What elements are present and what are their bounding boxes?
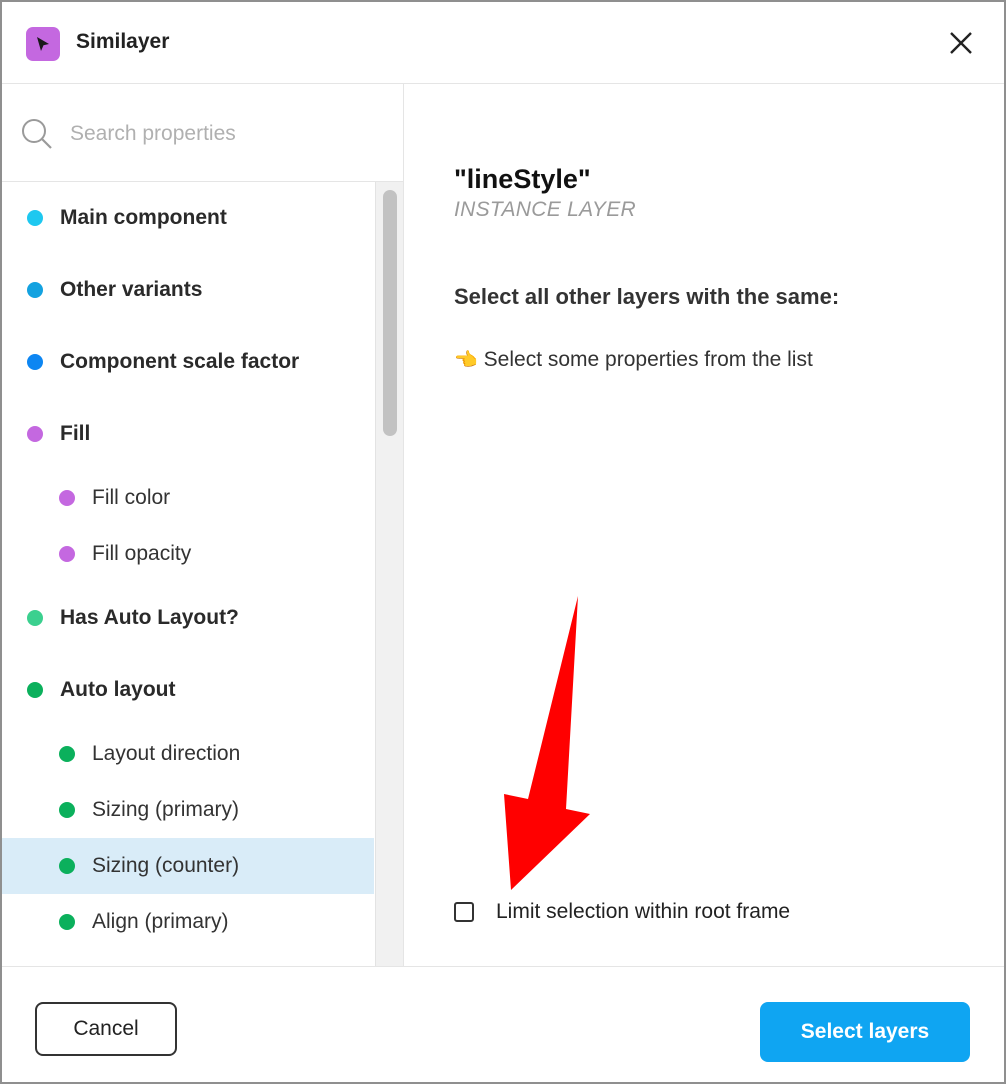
footer: Cancel Select layers [2, 966, 1004, 1082]
property-list: Main component Other variants Component sc… [2, 182, 374, 966]
property-dot-icon [27, 354, 43, 370]
limit-selection-label: Limit selection within root frame [496, 900, 791, 923]
property-label: Align (primary) [92, 910, 229, 933]
search-icon [20, 117, 54, 151]
property-label: Sizing (counter) [92, 854, 240, 877]
property-dot-icon [27, 210, 43, 226]
layer-name: "lineStyle" [454, 164, 591, 194]
select-layers-button[interactable]: Select layers [760, 1002, 970, 1062]
layer-type: INSTANCE LAYER [454, 198, 636, 221]
close-icon[interactable] [946, 28, 976, 58]
property-dot-icon [59, 490, 75, 506]
hint-label: Select some properties from the list [483, 348, 813, 371]
property-label: Auto layout [60, 678, 176, 701]
property-label: Main component [60, 206, 227, 229]
property-item[interactable]: Other variants [2, 254, 374, 326]
property-label: Fill color [92, 486, 171, 509]
limit-selection-checkbox[interactable] [454, 902, 474, 922]
detail-panel: "lineStyle" INSTANCE LAYER Select all ot… [404, 84, 1004, 966]
property-item[interactable]: Align (primary) [2, 894, 374, 950]
search-bar [2, 84, 403, 182]
property-item[interactable]: Fill [2, 398, 374, 470]
hint-text: 👈 Select some properties from the list [454, 348, 813, 372]
property-label: Layout direction [92, 742, 241, 765]
property-label: Fill opacity [92, 542, 192, 565]
property-label: Fill [60, 422, 91, 445]
property-dot-icon [59, 914, 75, 930]
cancel-button[interactable]: Cancel [35, 1002, 177, 1056]
title-bar: Similayer [2, 2, 1004, 84]
limit-selection-option[interactable]: Limit selection within root frame [454, 900, 790, 924]
property-item[interactable]: Has Auto Layout? [2, 582, 374, 654]
property-dot-icon [27, 282, 43, 298]
select-heading: Select all other layers with the same: [454, 284, 840, 309]
scrollbar[interactable] [375, 182, 403, 966]
property-label: Sizing (primary) [92, 798, 240, 821]
property-dot-icon [59, 802, 75, 818]
annotation-arrow [504, 596, 590, 890]
pointing-hand-icon: 👈 [454, 350, 478, 371]
property-dot-icon [59, 746, 75, 762]
property-dot-icon [27, 610, 43, 626]
scrollbar-thumb[interactable] [383, 190, 397, 436]
app-title: Similayer [76, 30, 170, 53]
property-label: Other variants [60, 278, 203, 301]
property-item[interactable]: Sizing (primary) [2, 782, 374, 838]
property-dot-icon [59, 546, 75, 562]
property-item[interactable]: Auto layout [2, 654, 374, 726]
cursor-arrow-icon [26, 27, 60, 61]
properties-panel: Main component Other variants Component sc… [2, 84, 404, 966]
property-dot-icon [59, 858, 75, 874]
property-item[interactable]: Layout direction [2, 726, 374, 782]
property-item[interactable]: Sizing (counter) [2, 838, 374, 894]
property-item[interactable]: Main component [2, 182, 374, 254]
property-dot-icon [27, 682, 43, 698]
property-dot-icon [27, 426, 43, 442]
property-item[interactable]: Fill opacity [2, 526, 374, 582]
property-label: Has Auto Layout? [60, 606, 239, 629]
property-item[interactable]: Component scale factor [2, 326, 374, 398]
property-item[interactable]: Fill color [2, 470, 374, 526]
search-input[interactable] [68, 116, 372, 152]
similayer-window: Similayer Main component Other variants Co… [0, 0, 1006, 1084]
property-label: Component scale factor [60, 350, 300, 373]
